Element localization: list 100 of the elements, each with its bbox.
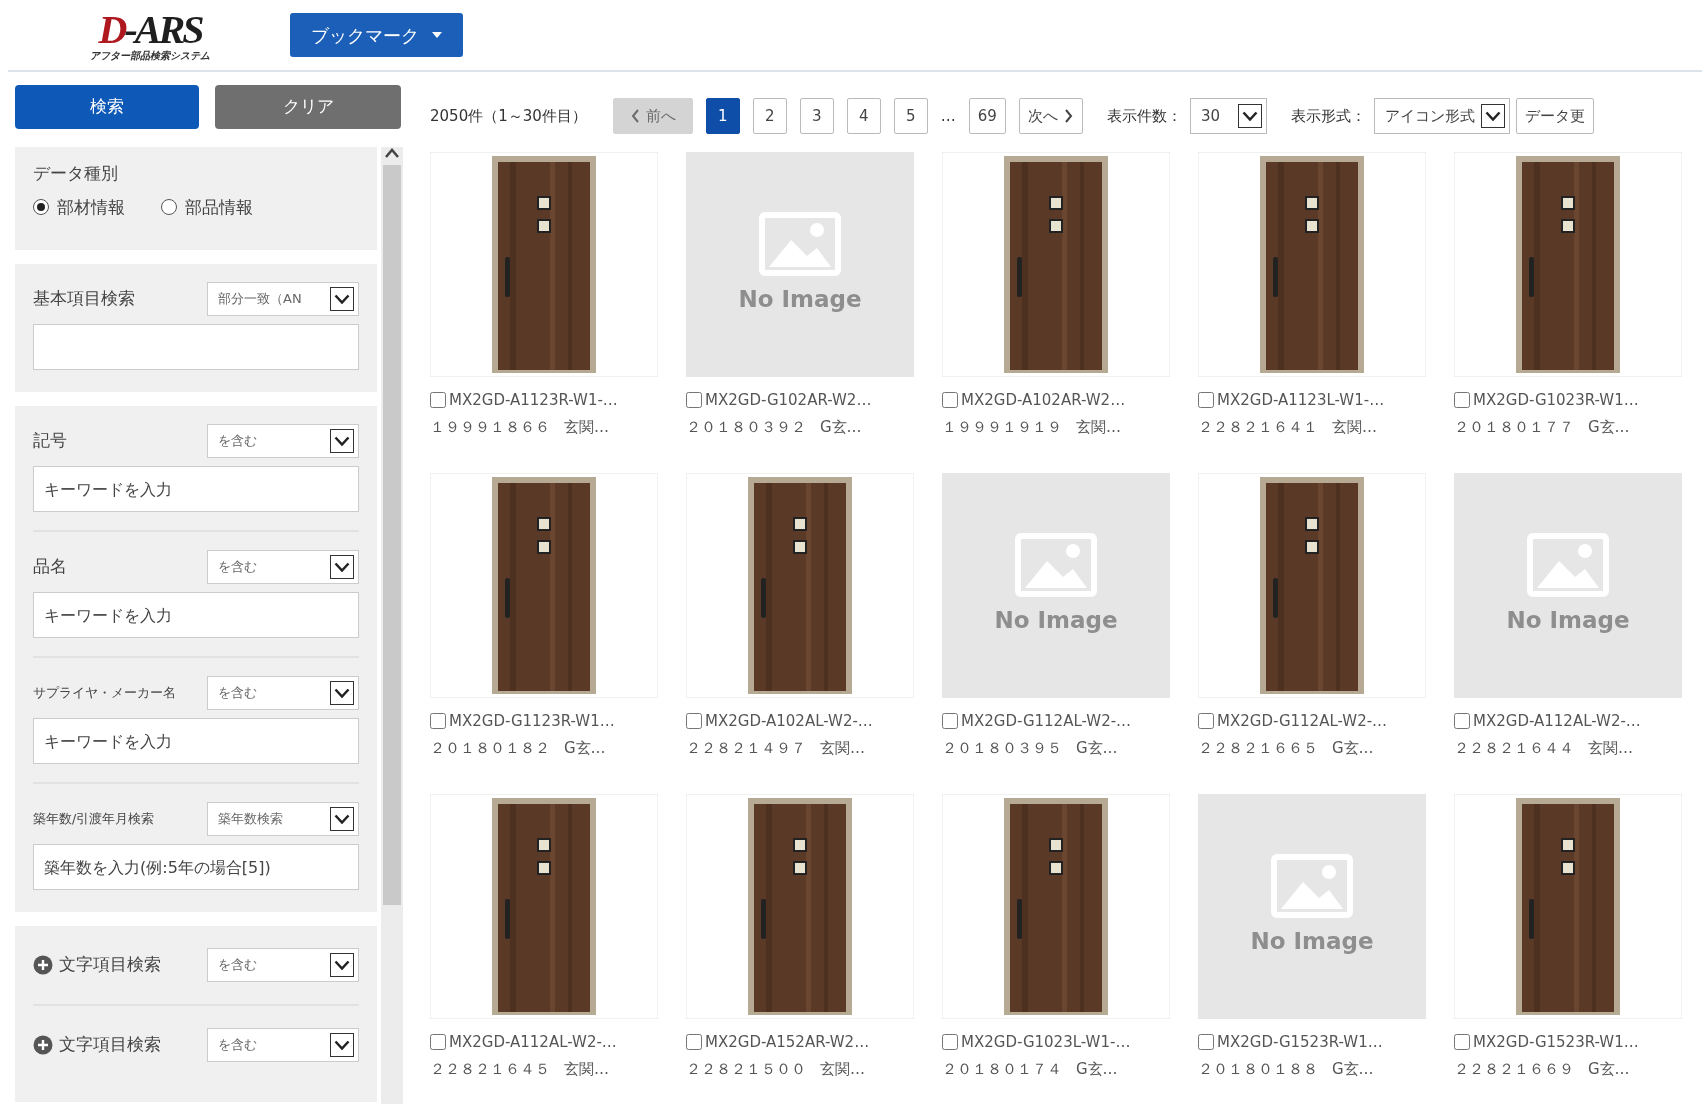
product-number: ２０１８０３９２	[686, 416, 806, 438]
checkbox[interactable]	[1454, 713, 1470, 730]
dropdown[interactable]: アイコン形式	[1374, 98, 1510, 134]
checkbox[interactable]	[942, 392, 958, 409]
product-code: MX2GD-A1123R-W1-…	[449, 390, 618, 411]
product-number: ２２８２１６６５	[1198, 737, 1318, 759]
checkbox[interactable]	[1454, 392, 1470, 409]
caret-icon	[1485, 111, 1501, 121]
result-count: 2050件（1～30件目）	[430, 105, 587, 127]
next-page-button[interactable]: 次へ	[1018, 98, 1083, 134]
picture-icon	[1271, 854, 1353, 919]
update-button[interactable]: データ更	[1516, 98, 1594, 134]
caret-icon	[334, 562, 350, 572]
product-category: G玄…	[1588, 1058, 1630, 1080]
product-number: ２２８２１６４４	[1454, 737, 1574, 759]
checkbox[interactable]	[430, 713, 446, 730]
product-code: MX2GD-G1023L-W1-…	[961, 1032, 1131, 1053]
input-field[interactable]: 築年数を入力(例:5年の場合[5])	[33, 844, 359, 890]
picture-icon	[759, 212, 841, 277]
caret-icon	[334, 436, 350, 446]
picture-icon	[1527, 533, 1609, 598]
page-button[interactable]: 1	[705, 98, 740, 134]
no-image-text: No Image	[994, 606, 1118, 636]
product-code: MX2GD-A112AL-W2-…	[449, 1032, 617, 1053]
checkbox[interactable]	[1454, 1034, 1470, 1051]
field-label: 築年数/引渡年月検索	[33, 809, 155, 828]
product-number: ２０１８０１８８	[1198, 1058, 1318, 1080]
product-code: MX2GD-G112AL-W2-…	[961, 711, 1132, 732]
checkbox[interactable]	[430, 392, 446, 409]
page-button[interactable]: 2	[752, 98, 787, 134]
field-label: 文字項目検索	[59, 953, 161, 977]
dropdown[interactable]: 部分一致（AN	[207, 282, 359, 316]
dropdown[interactable]: を含む	[207, 948, 359, 982]
checkbox[interactable]	[1198, 713, 1214, 730]
field-label: 基本項目検索	[33, 287, 135, 311]
product-category: G玄…	[1588, 416, 1630, 438]
per-page-label: 表示件数：	[1106, 105, 1182, 127]
no-image-text: No Image	[1250, 927, 1374, 957]
field-label: 文字項目検索	[59, 1033, 161, 1057]
add-icon[interactable]	[33, 955, 53, 975]
product-category: 玄関…	[1076, 416, 1121, 438]
clear-button[interactable]: クリア	[215, 85, 401, 129]
page-button[interactable]: 3	[799, 98, 834, 134]
product-number: ２２８２１６４１	[1198, 416, 1318, 438]
logo: D-ARS	[98, 9, 202, 50]
product-category: 玄関…	[1588, 737, 1633, 759]
checkbox[interactable]	[686, 1034, 702, 1051]
checkbox[interactable]	[1198, 392, 1214, 409]
field-label: サプライヤ・メーカー名	[33, 683, 176, 702]
page-button[interactable]: 4	[846, 98, 881, 134]
dropdown[interactable]: 30	[1189, 98, 1267, 134]
product-code: MX2GD-G112AL-W2-…	[1217, 711, 1388, 732]
bookmark-button[interactable]: ブックマーク	[290, 13, 463, 57]
product-number: ２０１８０１８２	[430, 737, 550, 759]
add-icon[interactable]	[33, 1035, 53, 1055]
field-label: 品名	[33, 555, 67, 579]
checkbox[interactable]	[942, 713, 958, 730]
input-field[interactable]	[33, 324, 359, 370]
no-image-text: No Image	[1506, 606, 1630, 636]
no-image-text: No Image	[738, 285, 862, 315]
page-button[interactable]: 69	[968, 98, 1006, 134]
caret-icon	[334, 688, 350, 698]
page-button[interactable]: 5	[893, 98, 928, 134]
dropdown[interactable]: を含む	[207, 1028, 359, 1062]
product-category: G玄…	[564, 737, 606, 759]
checkbox[interactable]	[1198, 1034, 1214, 1051]
dropdown[interactable]: を含む	[207, 676, 359, 710]
ellipsis: …	[940, 105, 956, 127]
search-button[interactable]: 検索	[15, 85, 199, 129]
caret-icon	[430, 30, 443, 40]
product-category: 玄関…	[1332, 416, 1377, 438]
input-field[interactable]: キーワードを入力	[33, 466, 359, 512]
dropdown[interactable]: を含む	[207, 550, 359, 584]
product-category: G玄…	[1332, 1058, 1374, 1080]
field-label: 記号	[33, 429, 67, 453]
product-code: MX2GD-A102AL-W2-…	[705, 711, 873, 732]
radio-option[interactable]: 部品情報	[161, 194, 253, 220]
checkbox[interactable]	[430, 1034, 446, 1051]
collapse-icon[interactable]	[384, 147, 400, 159]
input-field[interactable]: キーワードを入力	[33, 592, 359, 638]
checkbox[interactable]	[686, 392, 702, 409]
dropdown[interactable]: を含む	[207, 424, 359, 458]
checkbox[interactable]	[942, 1034, 958, 1051]
product-code: MX2GD-G1523R-W1…	[1473, 1032, 1639, 1053]
product-number: ２０１８０３９５	[942, 737, 1062, 759]
product-category: G玄…	[820, 416, 862, 438]
checkbox[interactable]	[686, 713, 702, 730]
product-number: １９９９１９１９	[942, 416, 1062, 438]
product-code: MX2GD-G102AR-W2…	[705, 390, 872, 411]
dropdown[interactable]: 築年数検索	[207, 802, 359, 836]
product-code: MX2GD-A152AR-W2…	[705, 1032, 870, 1053]
product-number: １９９９１８６６	[430, 416, 550, 438]
caret-icon	[1242, 111, 1258, 121]
product-number: ２２８２１６４５	[430, 1058, 550, 1080]
product-number: ２０１８０１７４	[942, 1058, 1062, 1080]
product-number: ２２８２１６６９	[1454, 1058, 1574, 1080]
product-category: 玄関…	[564, 416, 609, 438]
input-field[interactable]: キーワードを入力	[33, 718, 359, 764]
scrollbar[interactable]	[381, 147, 403, 1104]
radio-option[interactable]: 部材情報	[33, 194, 125, 220]
